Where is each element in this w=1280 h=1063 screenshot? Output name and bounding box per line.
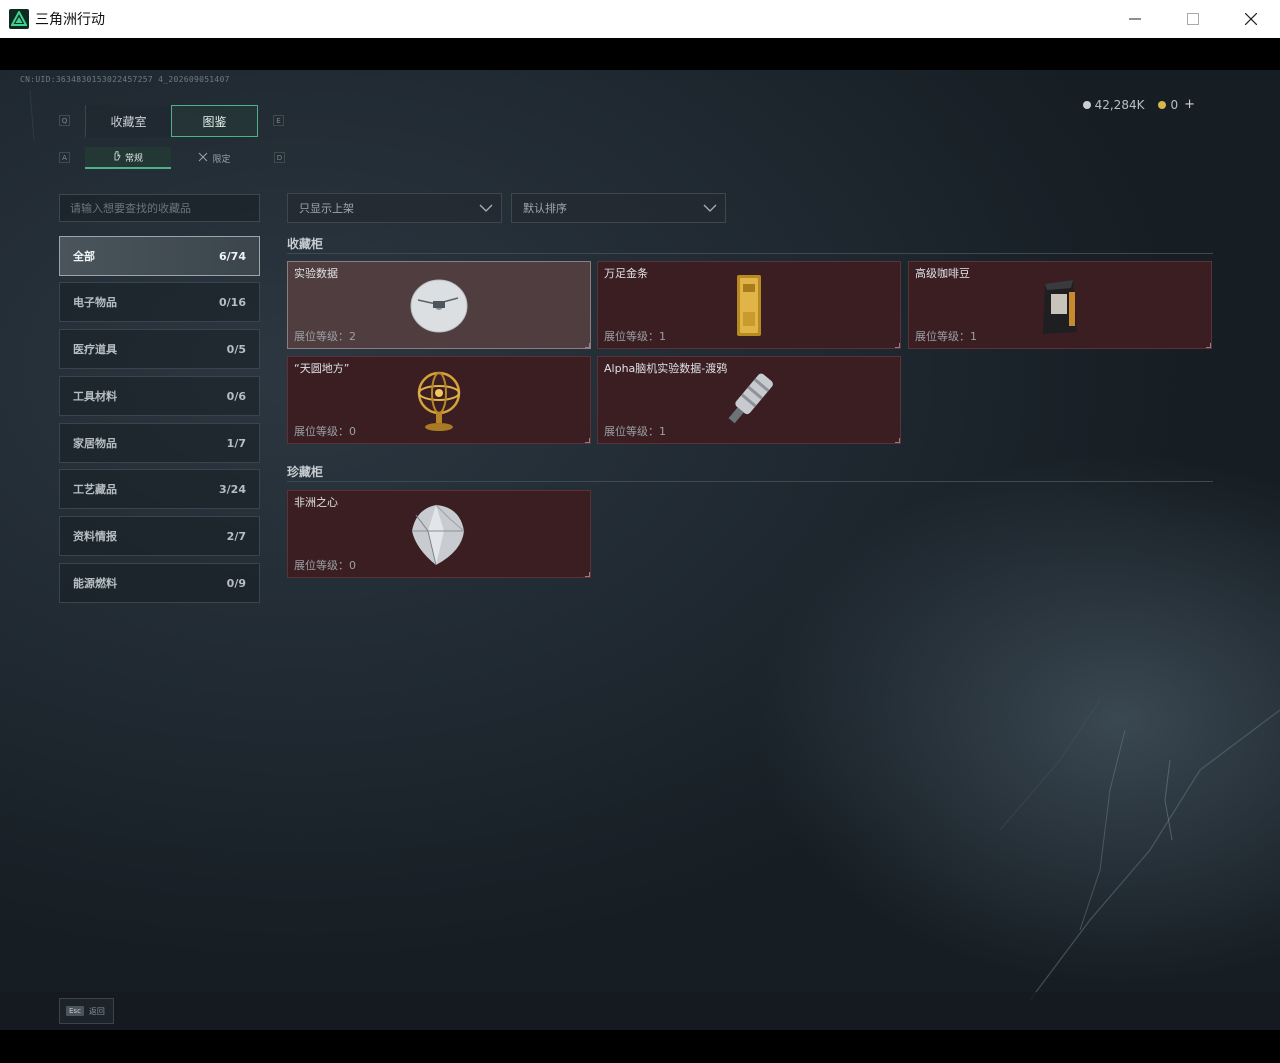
subtab-label: 限定	[212, 154, 231, 165]
search-input[interactable]: 请输入想要查找的收藏品	[59, 194, 260, 222]
silver-value: 42,284K	[1094, 97, 1145, 112]
section-divider	[287, 481, 1213, 482]
hand-icon	[113, 150, 121, 164]
chevron-down-icon	[703, 202, 717, 217]
category-count: 2/7	[226, 529, 246, 543]
item-level: 展位等级：2	[294, 330, 356, 343]
category-medical[interactable]: 医疗道具 0/5	[59, 329, 260, 369]
category-label: 资料情报	[73, 530, 117, 543]
collection-card-experiment-data[interactable]: 实验数据 展位等级：2	[287, 261, 591, 349]
currency-bar: 42,284K 0 +	[1082, 97, 1195, 112]
window-title: 三角洲行动	[35, 12, 105, 28]
silver-coin-icon	[1082, 100, 1091, 109]
item-name: 高级咖啡豆	[915, 267, 970, 280]
item-level: 展位等级：1	[915, 330, 977, 343]
category-count: 0/9	[226, 576, 246, 590]
currency-gold: 0 +	[1158, 97, 1195, 112]
show-filter-value: 只显示上架	[299, 202, 354, 215]
currency-silver: 42,284K	[1082, 97, 1145, 112]
subtab-label: 常规	[124, 153, 143, 164]
letterbox-top	[0, 38, 1280, 70]
category-label: 能源燃料	[73, 577, 117, 590]
subtab-regular[interactable]: 常规	[85, 147, 171, 169]
gold-value: 0	[1170, 97, 1179, 112]
category-tools[interactable]: 工具材料 0/6	[59, 376, 260, 416]
item-name: “天圆地方”	[294, 362, 350, 375]
key-hint-a: A	[59, 152, 70, 163]
show-filter-dropdown[interactable]: 只显示上架	[287, 193, 502, 223]
subtab-limited[interactable]: 限定	[171, 147, 258, 169]
bottom-bar	[0, 992, 1280, 1030]
category-label: 电子物品	[73, 296, 117, 309]
chevron-down-icon	[479, 202, 493, 217]
back-button[interactable]: Esc 返回	[59, 998, 114, 1024]
gold-coin-icon	[1158, 100, 1167, 109]
item-level: 展位等级：1	[604, 425, 666, 438]
category-crafts[interactable]: 工艺藏品 3/24	[59, 469, 260, 509]
window-titlebar: 三角洲行动	[0, 0, 1280, 38]
swords-icon	[198, 152, 208, 165]
gold-bar-icon	[716, 272, 782, 338]
item-level: 展位等级：0	[294, 559, 356, 572]
category-household[interactable]: 家居物品 1/7	[59, 423, 260, 463]
category-count: 0/5	[226, 342, 246, 356]
category-electronics[interactable]: 电子物品 0/16	[59, 282, 260, 322]
esc-key-hint: Esc	[66, 1006, 84, 1016]
category-label: 全部	[73, 250, 95, 263]
category-count: 0/16	[219, 295, 246, 309]
maximize-icon[interactable]	[1164, 0, 1222, 38]
data-disc-icon	[406, 272, 472, 338]
key-hint-q: Q	[59, 115, 70, 126]
section-title-treasure: 珍藏柜	[287, 465, 324, 479]
key-hint-e: E	[273, 115, 284, 126]
add-currency-button[interactable]: +	[1184, 97, 1195, 112]
section-title-cabinet: 收藏柜	[287, 237, 324, 251]
item-name: 万足金条	[604, 267, 648, 280]
tab-label: 图鉴	[202, 114, 227, 129]
category-label: 工艺藏品	[73, 483, 117, 496]
category-count: 6/74	[219, 249, 246, 263]
collection-card-armillary[interactable]: “天圆地方” 展位等级：0	[287, 356, 591, 444]
category-label: 工具材料	[73, 390, 117, 403]
collection-card-coffee[interactable]: 高级咖啡豆 展位等级：1	[908, 261, 1212, 349]
collection-card-alpha-data[interactable]: Alpha脑机实验数据-渡鸦 展位等级：1	[597, 356, 901, 444]
item-name: Alpha脑机实验数据-渡鸦	[604, 362, 728, 375]
category-label: 医疗道具	[73, 343, 117, 356]
item-name: 非洲之心	[294, 496, 338, 509]
sort-value: 默认排序	[523, 202, 567, 215]
game-viewport: CN:UID:3634830153022457257 4_20260905140…	[0, 70, 1280, 1030]
armillary-sphere-icon	[406, 367, 472, 433]
item-level: 展位等级：1	[604, 330, 666, 343]
collection-card-gold-bar[interactable]: 万足金条 展位等级：1	[597, 261, 901, 349]
key-hint-d: D	[274, 152, 285, 163]
back-label: 返回	[88, 1006, 105, 1016]
player-uid: CN:UID:3634830153022457257 4_20260905140…	[20, 75, 230, 84]
letterbox-bottom	[0, 1030, 1280, 1063]
minimize-icon[interactable]	[1106, 0, 1164, 38]
item-name: 实验数据	[294, 267, 338, 280]
category-all[interactable]: 全部 6/74	[59, 236, 260, 276]
section-divider	[287, 253, 1213, 254]
sort-dropdown[interactable]: 默认排序	[511, 193, 726, 223]
category-count: 3/24	[219, 482, 246, 496]
item-level: 展位等级：0	[294, 425, 356, 438]
close-icon[interactable]	[1222, 0, 1280, 38]
tab-collection-room[interactable]: 收藏室	[85, 105, 171, 137]
category-intel[interactable]: 资料情报 2/7	[59, 516, 260, 556]
diamond-icon	[406, 501, 472, 567]
search-placeholder: 请输入想要查找的收藏品	[70, 202, 191, 215]
category-count: 1/7	[226, 436, 246, 450]
app-logo-icon	[9, 9, 29, 29]
category-label: 家居物品	[73, 437, 117, 450]
collection-card-heart-of-africa[interactable]: 非洲之心 展位等级：0	[287, 490, 591, 578]
tab-label: 收藏室	[110, 114, 147, 129]
category-count: 0/6	[226, 389, 246, 403]
tab-catalog[interactable]: 图鉴	[171, 105, 258, 137]
category-energy[interactable]: 能源燃料 0/9	[59, 563, 260, 603]
coffee-bag-icon	[1027, 272, 1093, 338]
data-drive-icon	[716, 367, 782, 433]
